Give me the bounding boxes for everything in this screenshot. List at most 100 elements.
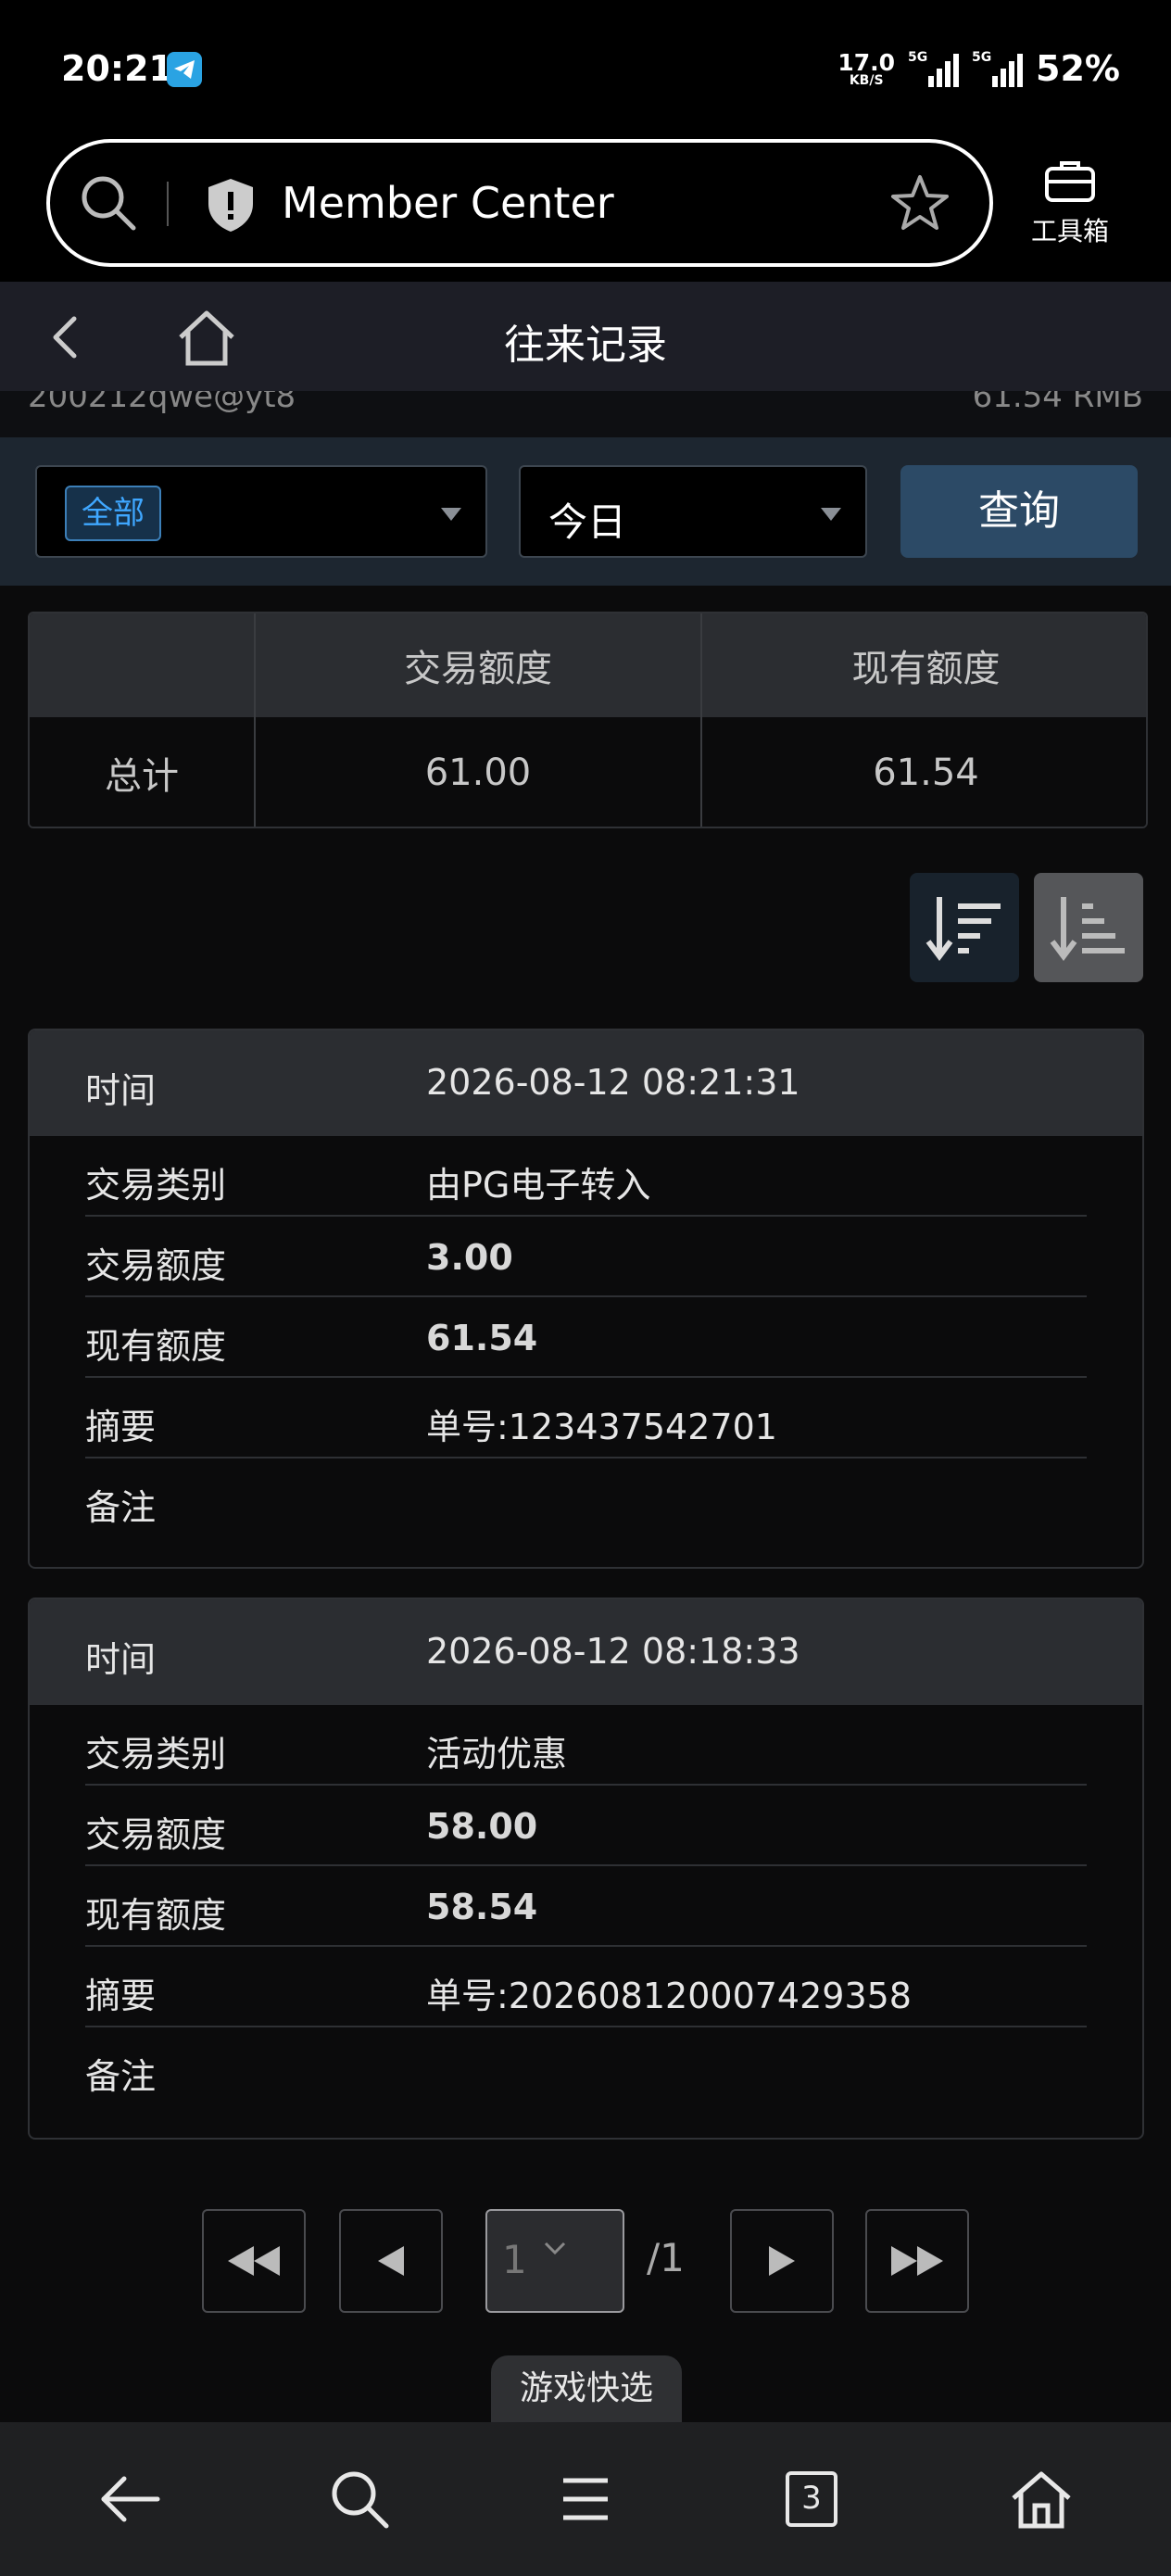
page-total: /1 [647,2235,685,2280]
type-chip[interactable]: 全部 [65,486,161,541]
record-type: 活动优惠 [426,1734,568,1774]
address-bar[interactable]: Member Center [46,139,993,267]
record-amount-label: 交易额度 [85,1245,227,1286]
record-note-label: 备注 [85,1487,157,1528]
toolbox-label: 工具箱 [1030,216,1109,246]
nav-menu-button[interactable] [511,2422,660,2576]
record-balance: 58.54 [426,1887,538,1927]
record-balance: 61.54 [426,1318,538,1358]
account-info: 200212qwe@yt8 61.54 RMB [0,391,1171,437]
current-page: 1 [502,2237,527,2282]
record-note-row: 备注 [85,2027,1087,2108]
address-divider [167,182,169,226]
username: 200212qwe@yt8 [28,391,296,415]
record-amount: 3.00 [426,1237,513,1278]
search-icon[interactable] [78,172,139,237]
summary-current-amount: 61.54 [873,751,979,794]
chevron-down-icon [821,508,841,521]
prev-page-button[interactable] [339,2209,443,2313]
record-balance-label: 现有额度 [85,1326,227,1367]
summary-trade-amount: 61.00 [256,717,702,827]
nav-menu-icon [563,2478,608,2520]
page-title: 往来记录 [504,322,667,369]
sort-desc-icon [925,897,1001,961]
next-page-icon [769,2246,795,2276]
record-note-row: 备注 [85,1458,1087,1539]
record-type-label: 交易类别 [85,1165,227,1206]
toolbox-button[interactable]: 工具箱 [1019,158,1121,248]
shield-icon[interactable] [204,176,258,237]
first-page-icon [228,2246,280,2276]
sort-asc-button[interactable] [1034,873,1143,982]
nav-home-button[interactable] [967,2422,1115,2576]
bottom-nav: 3 [0,2422,1171,2576]
record-balance-row: 现有额度 58.54 [85,1866,1087,1947]
period-select[interactable]: 今日 [519,465,867,558]
next-page-button[interactable] [730,2209,834,2313]
record-time: 2026-08-12 08:18:33 [426,1631,800,1672]
summary-total-row: 总计 61.00 61.54 [30,717,1146,827]
record-summary-row: 摘要 单号:202608120007429358 [85,1947,1087,2027]
record-type-row: 交易类别 由PG电子转入 [85,1136,1087,1217]
query-button[interactable]: 查询 [900,465,1138,558]
record-time-label: 时间 [85,1639,157,1680]
record-summary-label: 摘要 [85,1407,157,1447]
summary-table: 交易额度 现有额度 总计 61.00 61.54 [28,612,1148,828]
record-type-label: 交易类别 [85,1734,227,1774]
record-amount: 58.00 [426,1806,538,1847]
network-speed: 17.0 KB/S [837,48,896,88]
record-time-label: 时间 [85,1070,157,1111]
last-page-button[interactable] [865,2209,969,2313]
address-title: Member Center [282,178,614,228]
filter-bar: 全部 今日 查询 [0,437,1171,586]
chevron-down-icon [544,2241,566,2255]
record-type-row: 交易类别 活动优惠 [85,1705,1087,1786]
record-card: 时间 2026-08-12 08:18:33 交易类别 活动优惠 交易额度 58… [28,1597,1144,2140]
signal-icon-2: 5G [972,50,1024,87]
browser-toolbar: Member Center 工具箱 [0,139,1171,282]
record-balance-row: 现有额度 61.54 [85,1297,1087,1378]
sort-asc-icon [1050,897,1125,961]
record-summary: 单号:202608120007429358 [426,1976,912,2016]
page-select[interactable]: 1 [485,2209,624,2313]
type-select[interactable]: 全部 [35,465,487,558]
battery-level: 52% [1036,48,1120,89]
quick-select-button[interactable]: 游戏快选 [491,2355,682,2422]
summary-header-empty [30,613,256,717]
account-balance: 61.54 RMB [972,391,1143,415]
record-amount-row: 交易额度 58.00 [85,1786,1087,1866]
chevron-down-icon [441,508,461,521]
record-summary-label: 摘要 [85,1976,157,2016]
summary-header-current: 现有额度 [851,648,1001,690]
nav-tabs-icon: 3 [786,2471,837,2527]
toolbox-icon [1045,161,1095,202]
summary-header-trade: 交易额度 [256,613,702,717]
record-summary: 单号:123437542701 [426,1407,777,1447]
record-card: 时间 2026-08-12 08:21:31 交易类别 由PG电子转入 交易额度… [28,1029,1144,1569]
period-value: 今日 [548,499,627,545]
record-summary-row: 摘要 单号:123437542701 [85,1378,1087,1458]
record-note-label: 备注 [85,2056,157,2097]
sort-desc-button[interactable] [910,873,1019,982]
summary-header-row: 交易额度 现有额度 [30,613,1146,717]
record-time: 2026-08-12 08:21:31 [426,1062,800,1103]
summary-row-label: 总计 [30,717,256,827]
nav-search-icon [332,2471,389,2529]
star-icon[interactable] [889,172,951,237]
nav-back-button[interactable] [56,2422,204,2576]
nav-home-icon [1012,2471,1071,2529]
signal-icon-1: 5G [908,50,960,87]
record-balance-label: 现有额度 [85,1895,227,1936]
telegram-icon [167,52,202,87]
first-page-button[interactable] [202,2209,306,2313]
record-time-row: 时间 2026-08-12 08:18:33 [30,1599,1142,1705]
nav-tabs-button[interactable]: 3 [737,2422,886,2576]
record-type: 由PG电子转入 [426,1165,651,1206]
nav-search-button[interactable] [285,2422,434,2576]
prev-page-icon [378,2246,404,2276]
status-bar: 20:21 17.0 KB/S 5G 5G 52% [0,0,1171,139]
page-header: 往来记录 [0,282,1171,391]
record-amount-label: 交易额度 [85,1814,227,1855]
status-time: 20:21 [61,48,173,89]
record-time-row: 时间 2026-08-12 08:21:31 [30,1030,1142,1136]
